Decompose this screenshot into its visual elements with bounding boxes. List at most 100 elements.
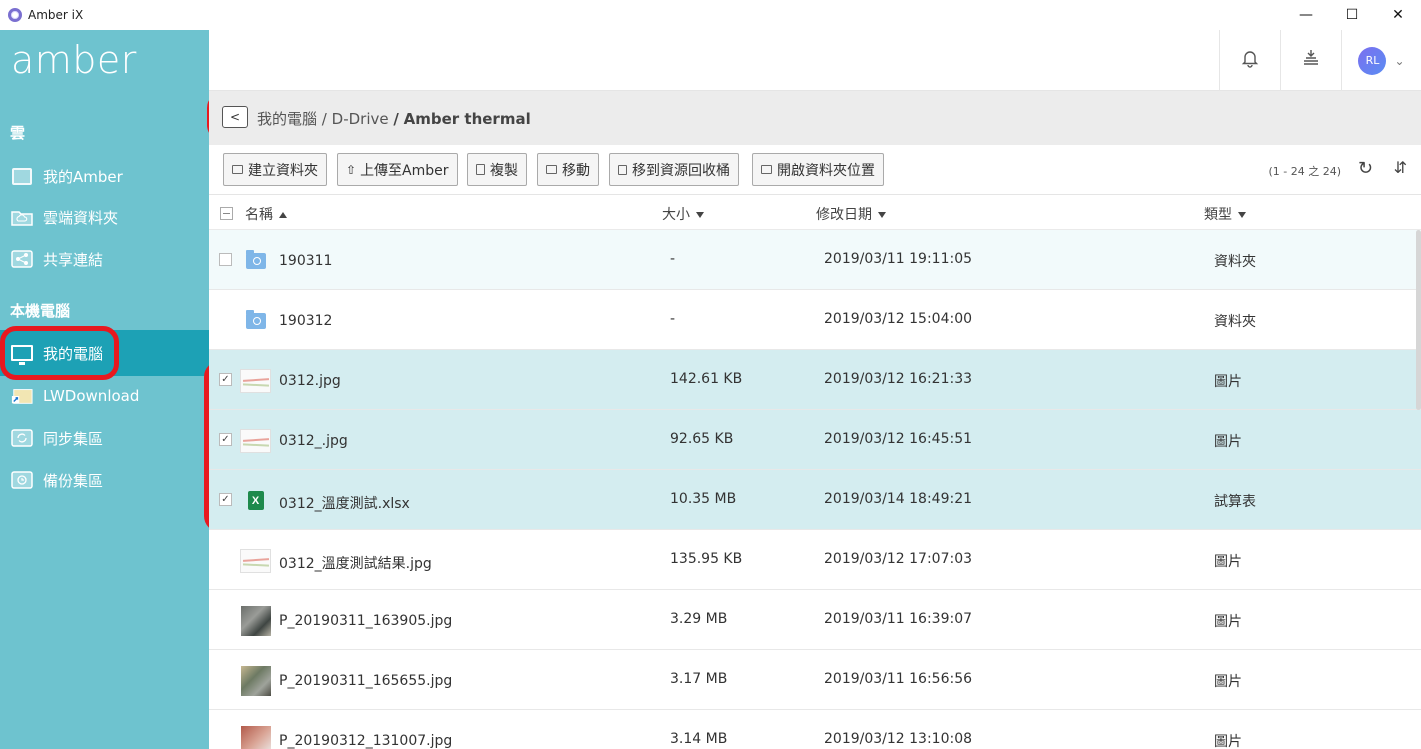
breadcrumb-separator: / [321,110,327,128]
size-header-label: 大小 [662,207,690,223]
top-header: RL ⌄ [209,30,1421,91]
new-folder-button[interactable]: 建立資料夾 [223,153,327,186]
sort-order-icon[interactable]: ⇵ [1394,158,1407,177]
table-row[interactable]: ✓ 0312_.jpg 92.65 KB 2019/03/12 16:45:51 圖片 [209,410,1421,470]
sort-dropdown-icon [1238,212,1246,218]
breadcrumb-d-drive[interactable]: D-Drive [332,110,389,128]
breadcrumb: 我的電腦 / D-Drive / Amber thermal [257,108,531,129]
photo-thumbnail-icon [240,725,271,749]
sidebar-item-label: 共享連結 [43,250,104,269]
file-name: 0312_溫度測試.xlsx [279,496,410,512]
table-row[interactable]: 0312_溫度測試結果.jpg 135.95 KB 2019/03/12 17:07… [209,530,1421,590]
file-size: 3.17 MB [670,671,728,687]
notifications-button[interactable] [1219,30,1280,91]
column-header-name[interactable]: 名稱 [245,204,287,224]
move-to-recycle-bin-button[interactable]: 移到資源回收桶 [609,153,739,186]
sidebar-item-share-links[interactable]: 共享連結 [0,238,209,280]
section-cloud-label: 雲 [10,124,26,142]
file-name: 190312 [279,313,333,329]
file-modified-date: 2019/03/12 17:07:03 [824,551,973,567]
file-type: 資料夾 [1214,314,1256,330]
file-size: 135.95 KB [670,551,743,567]
account-menu-button[interactable]: RL ⌄ [1341,30,1421,91]
file-list: 190311 - 2019/03/11 19:11:05 資料夾 190312 - 2019… [209,230,1421,749]
table-row[interactable]: 190311 - 2019/03/11 19:11:05 資料夾 [209,230,1421,290]
row-checkbox[interactable]: ✓ [219,373,232,386]
table-row[interactable]: P_20190312_131007.jpg 3.14 MB 2019/03/12 1… [209,710,1421,749]
image-thumbnail-icon [240,365,271,396]
window-title-bar: Amber iX — ☐ ✕ [0,0,1421,30]
recycle-label: 移到資源回收桶 [632,162,730,179]
table-row[interactable]: ✓ 0312.jpg 142.61 KB 2019/03/12 16:21:33 圖片 [209,350,1421,410]
file-modified-date: 2019/03/12 16:45:51 [824,431,973,447]
action-toolbar: 建立資料夾 ⇧ 上傳至Amber 複製 移動 移到資源回收桶 開啟資料夾位置 (1… [209,145,1421,195]
file-type: 圖片 [1214,434,1242,450]
file-type: 圖片 [1214,734,1242,749]
table-row[interactable]: 190312 - 2019/03/12 15:04:00 資料夾 [209,290,1421,350]
file-name: 0312_.jpg [279,433,348,449]
maximize-button[interactable]: ☐ [1329,0,1375,30]
folder-icon [240,305,271,336]
vertical-scrollbar[interactable] [1416,230,1421,410]
row-checkbox[interactable] [219,253,232,266]
new-folder-label: 建立資料夾 [248,162,318,179]
select-all-checkbox[interactable] [220,207,233,220]
close-button[interactable]: ✕ [1375,0,1421,30]
file-name: P_20190311_163905.jpg [279,613,453,629]
copy-button[interactable]: 複製 [467,153,527,186]
sidebar-item-label: 我的電腦 [43,344,104,363]
file-size: 142.61 KB [670,371,743,387]
sort-dropdown-icon [878,212,886,218]
file-modified-date: 2019/03/12 16:21:33 [824,371,973,387]
chevron-down-icon: ⌄ [1394,53,1405,68]
file-modified-date: 2019/03/11 16:56:56 [824,671,973,687]
table-row[interactable]: P_20190311_165655.jpg 3.17 MB 2019/03/11 1… [209,650,1421,710]
upload-icon: ⇧ [346,162,357,177]
upload-label: 上傳至Amber [360,162,449,179]
sidebar-item-my-amber[interactable]: 我的Amber [0,155,209,197]
image-thumbnail-icon [240,425,271,456]
type-header-label: 類型 [1204,207,1232,223]
file-size: 3.14 MB [670,731,728,747]
row-checkbox[interactable]: ✓ [219,493,232,506]
sidebar-item-lwdownload[interactable]: LWDownload [0,375,209,417]
trash-icon [618,164,627,175]
sidebar-item-my-computer[interactable]: 我的電腦 [0,330,209,376]
sidebar-item-cloud-folder[interactable]: 雲端資料夾 [0,196,209,238]
upload-to-amber-button[interactable]: ⇧ 上傳至Amber [337,153,458,186]
bell-icon [1241,48,1259,73]
table-row[interactable]: ✓ X 0312_溫度測試.xlsx 10.35 MB 2019/03/14 18:49… [209,470,1421,530]
transfer-queue-button[interactable] [1280,30,1341,91]
column-header-size[interactable]: 大小 [662,204,704,224]
move-button[interactable]: 移動 [537,153,599,186]
pagination-info: (1 - 24 之 24) [1268,165,1341,178]
file-size: - [670,251,676,267]
share-link-icon [11,249,33,269]
open-location-label: 開啟資料夾位置 [777,162,875,179]
file-type: 圖片 [1214,374,1242,390]
row-checkbox[interactable]: ✓ [219,433,232,446]
column-header-modified[interactable]: 修改日期 [816,204,886,224]
shortcut-folder-icon [11,386,33,406]
sidebar-item-backup-pool[interactable]: 備份集區 [0,459,209,501]
app-logo-icon [8,8,22,22]
refresh-icon[interactable]: ↻ [1358,158,1373,179]
name-header-label: 名稱 [245,207,273,223]
file-name: P_20190311_165655.jpg [279,673,453,689]
open-folder-location-button[interactable]: 開啟資料夾位置 [752,153,884,186]
amber-logo[interactable]: amber [11,38,137,82]
file-type: 資料夾 [1214,254,1256,270]
sidebar-item-sync-pool[interactable]: 同步集區 [0,417,209,459]
table-row[interactable]: P_20190311_163905.jpg 3.29 MB 2019/03/11 1… [209,590,1421,650]
file-type: 圖片 [1214,554,1242,570]
breadcrumb-current-folder: Amber thermal [403,110,531,128]
file-modified-date: 2019/03/14 18:49:21 [824,491,973,507]
sidebar-item-label: 同步集區 [43,429,104,448]
minimize-button[interactable]: — [1283,0,1329,30]
file-name: 190311 [279,253,333,269]
copy-icon [476,164,485,175]
file-size: 10.35 MB [670,491,737,507]
breadcrumb-my-computer[interactable]: 我的電腦 [257,110,317,128]
column-header-type[interactable]: 類型 [1204,204,1246,224]
back-button[interactable]: < [222,106,248,128]
